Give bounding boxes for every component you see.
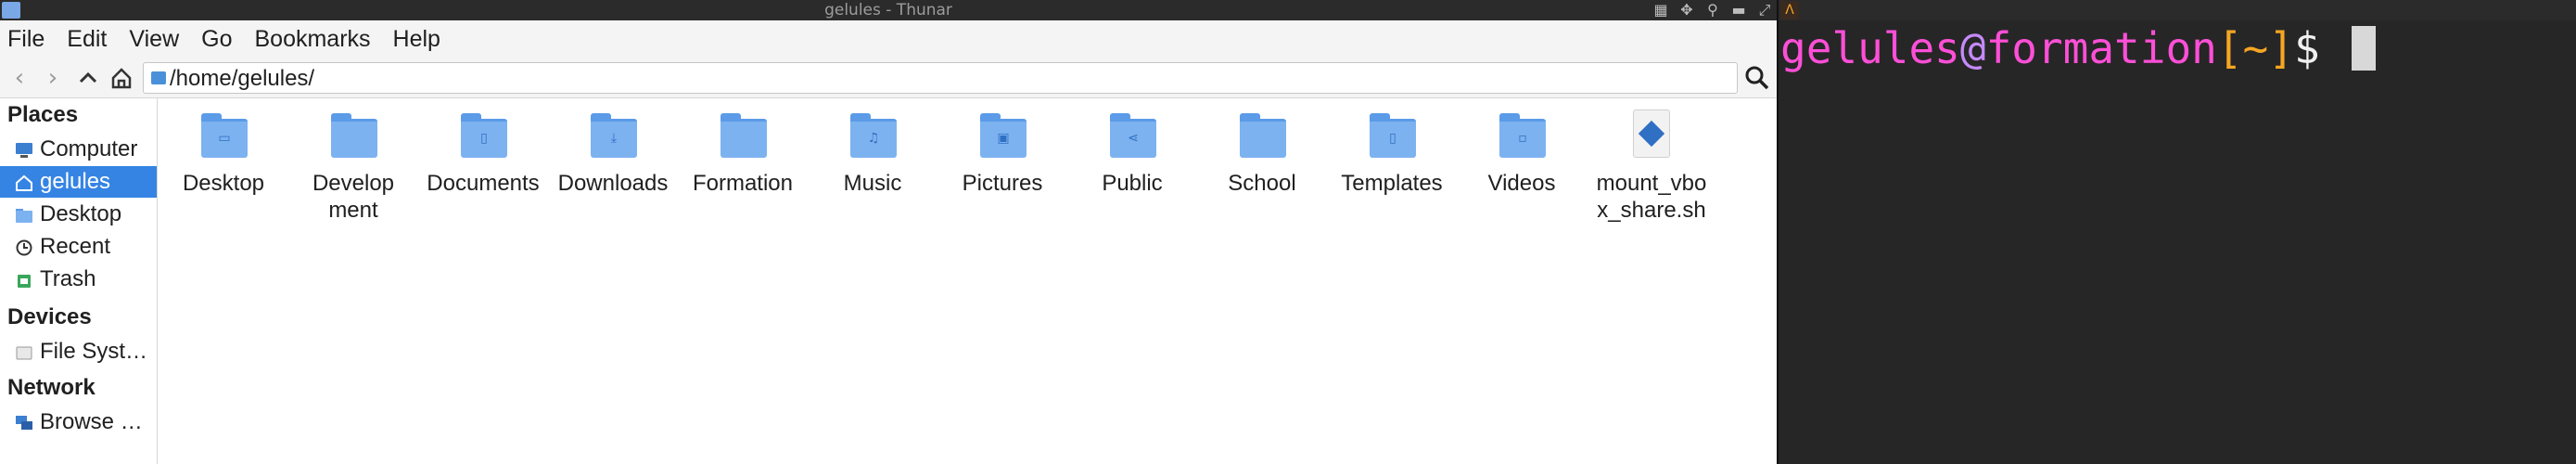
- window-title: gelules - Thunar: [824, 1, 952, 19]
- menu-edit[interactable]: Edit: [67, 26, 107, 53]
- sidebar-header-network: Network: [7, 375, 96, 400]
- back-icon[interactable]: ‹: [6, 64, 33, 92]
- sidebar-header-devices: Devices: [7, 304, 92, 329]
- window-titlebar[interactable]: gelules - Thunar ▦ ✥ ⚲ ▬ ⤢: [0, 0, 1777, 20]
- sidebar-item-browse-network[interactable]: Browse …: [0, 406, 157, 438]
- desktop-folder-icon: [16, 209, 32, 223]
- menu-go[interactable]: Go: [201, 26, 232, 53]
- move-icon[interactable]: ✥: [1678, 2, 1695, 19]
- file-item-documents[interactable]: ▯ Documents: [418, 108, 548, 197]
- file-item-music[interactable]: ♫ Music: [808, 108, 937, 197]
- file-item-videos[interactable]: ▫ Videos: [1457, 108, 1587, 197]
- sidebar-item-label: File Syst…: [40, 339, 148, 364]
- folder-pictures-icon: ▣: [976, 108, 1028, 161]
- shell-prompt: gelules@formation[~]$: [1780, 20, 2320, 76]
- minimize-icon[interactable]: ▬: [1730, 2, 1747, 19]
- maximize-icon[interactable]: ⤢: [1756, 2, 1773, 19]
- menu-view[interactable]: View: [129, 26, 179, 53]
- file-name: School: [1228, 171, 1296, 196]
- sidebar-header-places: Places: [7, 102, 79, 127]
- sidebar-item-recent[interactable]: Recent: [0, 231, 157, 263]
- menu-bar: File Edit View Go Bookmarks Help: [0, 20, 1777, 58]
- sidebar-item-desktop[interactable]: Desktop: [0, 199, 157, 230]
- file-name: Downloads: [557, 171, 669, 196]
- script-file-icon: [1626, 108, 1677, 161]
- sidebar-item-computer[interactable]: Computer: [0, 134, 157, 165]
- file-item-formation[interactable]: Formation: [678, 108, 808, 197]
- sidebar-item-trash[interactable]: Trash: [0, 264, 157, 295]
- terminal-cursor: [2352, 26, 2376, 71]
- prompt-at: @: [1959, 23, 1986, 73]
- thunar-window: gelules - Thunar ▦ ✥ ⚲ ▬ ⤢ File Edit Vie…: [0, 0, 1777, 464]
- forward-icon[interactable]: ›: [39, 64, 67, 92]
- trash-icon: [18, 275, 31, 288]
- clock-icon: [16, 239, 32, 256]
- sidebar-item-label: gelules: [40, 169, 111, 194]
- file-name: Videos: [1487, 171, 1556, 196]
- network-icon: [16, 416, 32, 430]
- prompt-bracket-open: [: [2216, 23, 2243, 73]
- folder-icon: ▯: [457, 108, 509, 161]
- file-name: Formation: [692, 171, 794, 196]
- file-name: Pictures: [962, 171, 1043, 196]
- drive-icon: [16, 346, 32, 360]
- file-item-desktop[interactable]: ▭ Desktop: [159, 108, 288, 197]
- prompt-bracket-close: ]: [2268, 23, 2294, 73]
- terminal-titlebar[interactable]: Λ: [1779, 0, 2576, 20]
- file-item-pictures[interactable]: ▣ Pictures: [937, 108, 1067, 197]
- prompt-dollar: $: [2293, 23, 2320, 73]
- folder-music-icon: ♫: [847, 108, 899, 161]
- menu-file[interactable]: File: [7, 26, 45, 53]
- menu-bookmarks[interactable]: Bookmarks: [255, 26, 371, 53]
- prompt-path: ~: [2242, 23, 2269, 73]
- file-name: Music: [843, 171, 902, 196]
- file-name: Public: [1102, 171, 1163, 196]
- file-name: Development: [312, 171, 395, 223]
- prompt-host: formation: [1985, 23, 2217, 73]
- toolbar: ‹ › /home/gelules/: [0, 58, 1777, 98]
- terminal-window[interactable]: Λ gelules@formation[~]$: [1777, 0, 2576, 464]
- folder-icon: ▭: [198, 108, 249, 161]
- file-name: Desktop: [182, 171, 265, 196]
- file-name: Documents: [427, 171, 540, 196]
- file-name: Templates: [1341, 171, 1443, 196]
- computer-icon: [16, 143, 32, 158]
- location-text[interactable]: /home/gelules/: [170, 66, 314, 92]
- location-bar[interactable]: /home/gelules/: [143, 62, 1738, 94]
- folder-icon: [1236, 108, 1288, 161]
- menu-help[interactable]: Help: [393, 26, 440, 53]
- file-item-downloads[interactable]: ⤓ Downloads: [548, 108, 678, 197]
- file-name: mount_vbox_share.sh: [1596, 171, 1707, 223]
- folder-download-icon: ⤓: [587, 108, 639, 161]
- pin-icon[interactable]: ⚲: [1704, 2, 1721, 19]
- sidebar-item-label: Computer: [40, 136, 138, 161]
- folder-icon: [151, 71, 166, 84]
- sidebar-item-filesystem[interactable]: File Syst…: [0, 336, 157, 367]
- prompt-user: gelules: [1780, 23, 1960, 73]
- sidebar: Places Computer gelules Desktop Recent T…: [0, 98, 158, 464]
- sidebar-item-label: Browse …: [40, 409, 143, 434]
- home-icon[interactable]: [108, 64, 135, 92]
- folder-templates-icon: ▯: [1366, 108, 1418, 161]
- file-view[interactable]: ▭ Desktop Development ▯ Documents ⤓ Down…: [159, 98, 1777, 464]
- file-item-templates[interactable]: ▯ Templates: [1327, 108, 1457, 197]
- folder-icon: [717, 108, 769, 161]
- sidebar-item-label: Recent: [40, 234, 111, 259]
- folder-videos-icon: ▫: [1496, 108, 1548, 161]
- terminal-app-icon[interactable]: Λ: [1780, 1, 1799, 19]
- sidebar-item-gelules[interactable]: gelules: [0, 166, 157, 198]
- file-item-public[interactable]: ⋖ Public: [1067, 108, 1197, 197]
- sidebar-item-label: Desktop: [40, 201, 122, 226]
- search-icon[interactable]: [1743, 64, 1771, 92]
- file-item-development[interactable]: Development: [288, 108, 418, 224]
- folder-icon: [327, 108, 379, 161]
- layout-icon[interactable]: ▦: [1652, 2, 1669, 19]
- sidebar-item-label: Trash: [40, 266, 96, 291]
- home-icon: [16, 174, 32, 191]
- folder-share-icon: ⋖: [1106, 108, 1158, 161]
- parent-folder-icon[interactable]: [74, 64, 102, 92]
- file-item-school[interactable]: School: [1197, 108, 1327, 197]
- file-item-mount-vbox-share[interactable]: mount_vbox_share.sh: [1587, 108, 1716, 224]
